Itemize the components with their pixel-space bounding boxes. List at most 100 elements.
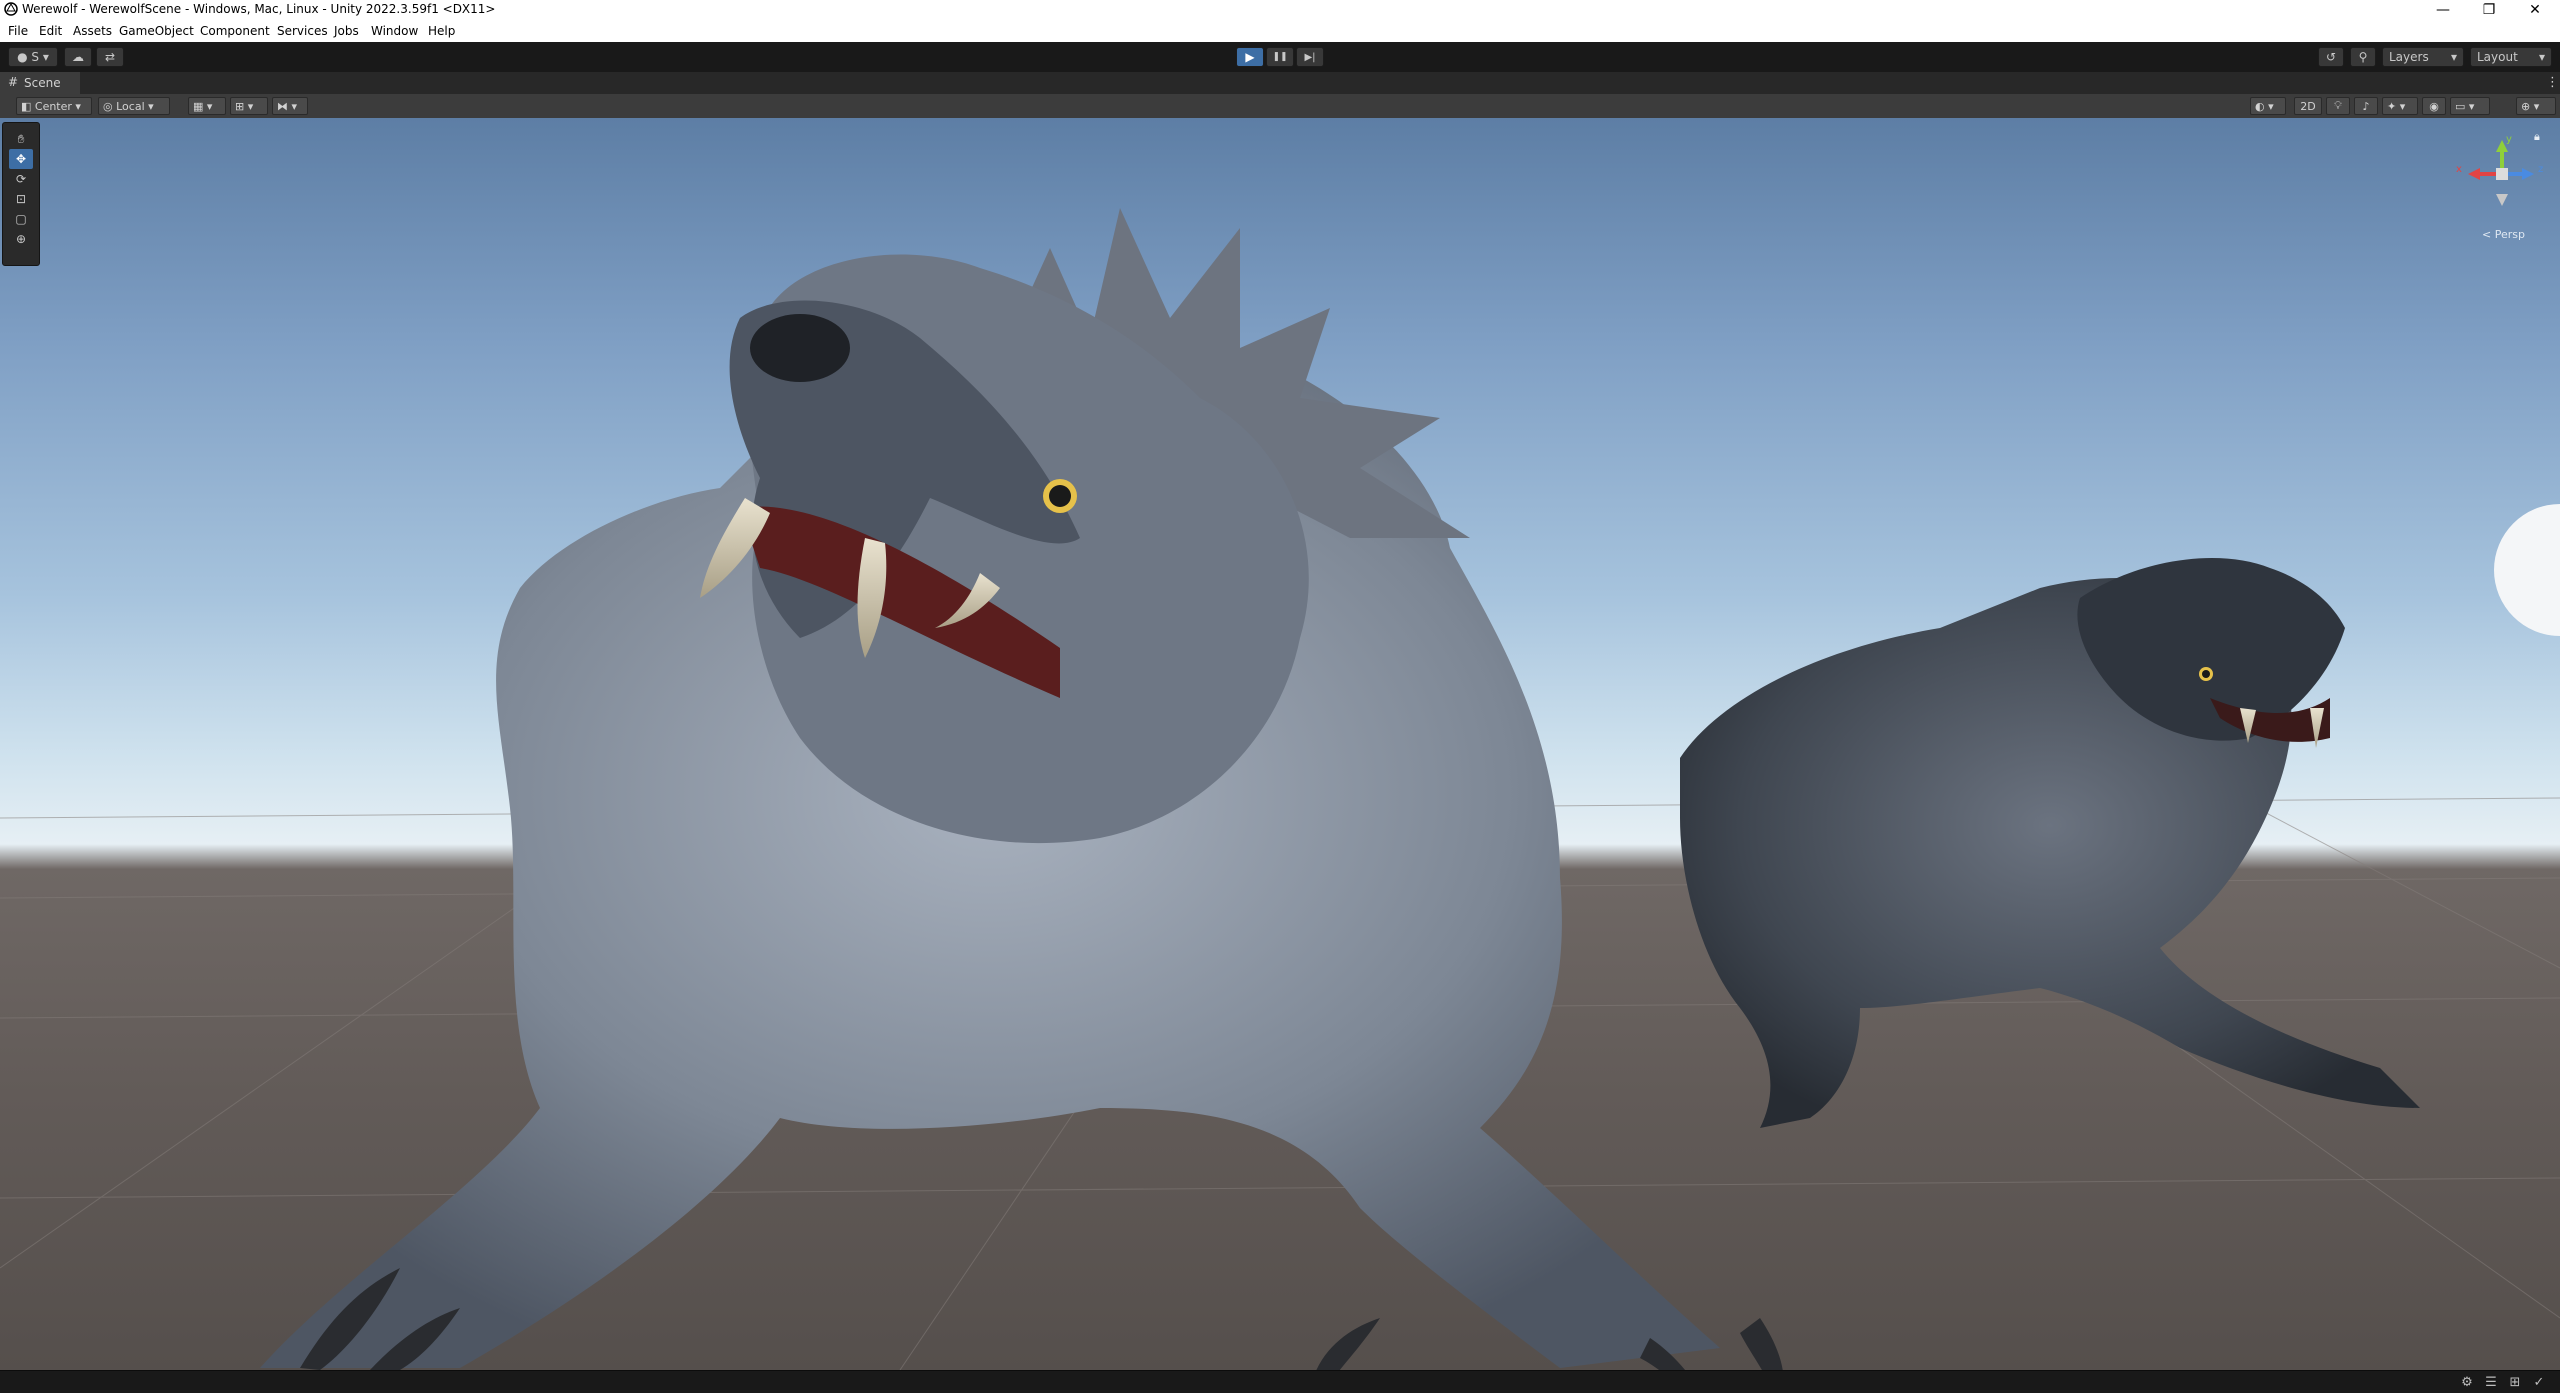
menu-help[interactable]: Help (428, 24, 455, 38)
mode-2d-toggle[interactable]: 2D (2294, 97, 2322, 115)
chevron-down-icon: ▾ (39, 50, 49, 64)
status-network-icon[interactable]: ⊞ (2506, 1373, 2524, 1391)
menu-jobs[interactable]: Jobs (334, 24, 359, 38)
scene-toolbar: ◧ Center ▾ ◎ Local ▾ ▦ ▾ ⊞ ▾ ⧓ ▾ ◐ ▾ 2D … (0, 94, 2560, 119)
gizmo-axis-y: y (2506, 134, 2512, 145)
hand-tool-icon[interactable]: ✋︎ (9, 129, 33, 149)
tab-scene[interactable]: # Scene (0, 72, 80, 94)
move-tool-icon[interactable]: ✥ (9, 149, 33, 169)
snap-icon: ⊞ ▾ (235, 99, 254, 113)
pivot-space-dropdown[interactable]: ◎ Local ▾ (98, 97, 170, 115)
chevron-down-icon: ▾ (2538, 50, 2545, 64)
search-icon: ⚲ (2358, 50, 2368, 64)
account-dropdown[interactable]: ● S ▾ (8, 47, 58, 67)
audio-toggle[interactable]: ♪ (2354, 97, 2378, 115)
main-toolbar: ● S ▾ ☁ ⇄ ▶ ❚❚ ▶| ↺ ⚲ Layers ▾ Layout ▾ (0, 42, 2560, 73)
chevron-down-icon: ▾ (2450, 50, 2457, 64)
menu-services[interactable]: Services (277, 24, 328, 38)
menu-file[interactable]: File (8, 24, 28, 38)
menu-assets[interactable]: Assets (73, 24, 112, 38)
effects-dropdown[interactable]: ✦ ▾ (2382, 97, 2418, 115)
pivot-mode-dropdown[interactable]: ◧ Center ▾ (16, 97, 92, 115)
chevron-down-icon: ▾ (71, 99, 81, 113)
cloud-icon: ☁ (72, 50, 84, 64)
layers-label: Layers (2389, 50, 2429, 64)
increment-snap-dropdown[interactable]: ⊞ ▾ (230, 97, 268, 115)
maximize-button[interactable]: ❐ (2466, 0, 2512, 20)
gizmos-icon: ⊕ ▾ (2521, 99, 2540, 113)
audio-icon: ♪ (2362, 99, 2370, 113)
unity-logo-icon (4, 2, 18, 16)
collab-icon: ⇄ (104, 50, 116, 64)
layout-dropdown[interactable]: Layout ▾ (2470, 47, 2552, 67)
visibility-icon: ◉ (2429, 99, 2439, 113)
gizmo-axis-z: z (2538, 164, 2544, 175)
scene-viewport[interactable]: ✋︎ ✥ ⟳ ⊡ ▢ ⊕ x y z < Persp 🔒︎ (0, 118, 2560, 1370)
projection-label[interactable]: < Persp (2482, 228, 2525, 241)
transform-tool-icon[interactable]: ⊕ (9, 229, 33, 249)
menu-gameobject[interactable]: GameObject (119, 24, 194, 38)
window-title: Werewolf - WerewolfScene - Windows, Mac,… (22, 2, 496, 16)
chevron-down-icon: ▾ (144, 99, 154, 113)
pivot-icon: ◧ (21, 99, 35, 113)
tab-strip: # Scene ⋮ (0, 72, 2560, 94)
shading-icon: ◐ ▾ (2255, 99, 2274, 113)
more-options-icon[interactable]: ⋮ (2546, 75, 2559, 90)
mode-2d-label: 2D (2300, 99, 2316, 113)
camera-icon: ▭ ▾ (2455, 99, 2475, 113)
rotate-tool-icon[interactable]: ⟳ (9, 169, 33, 189)
status-bar: ⚙ ☰ ⊞ ✓ (0, 1370, 2560, 1393)
align-icon: ⧓ ▾ (277, 99, 298, 113)
cloud-button[interactable]: ☁ (64, 47, 92, 67)
layers-dropdown[interactable]: Layers ▾ (2382, 47, 2464, 67)
play-icon: ▶ (1245, 50, 1255, 64)
tool-palette: ✋︎ ✥ ⟳ ⊡ ▢ ⊕ (2, 122, 40, 266)
close-button[interactable]: ✕ (2512, 0, 2558, 20)
play-button[interactable]: ▶ (1236, 47, 1264, 67)
rect-tool-icon[interactable]: ▢ (9, 209, 33, 229)
status-layers-icon[interactable]: ☰ (2482, 1373, 2500, 1391)
lighting-toggle[interactable]: 💡︎ (2326, 97, 2350, 115)
sphere-object (2494, 504, 2560, 636)
space-label: Local (116, 99, 145, 113)
draw-mode-dropdown[interactable]: ◐ ▾ (2250, 97, 2286, 115)
camera-dropdown[interactable]: ▭ ▾ (2450, 97, 2490, 115)
pause-button[interactable]: ❚❚ (1266, 47, 1294, 67)
minimize-button[interactable]: — (2420, 0, 2466, 20)
status-check-icon[interactable]: ✓ (2530, 1373, 2548, 1391)
account-icon: ● (17, 50, 32, 64)
werewolf-large (260, 208, 1783, 1370)
visibility-toggle[interactable]: ◉ (2422, 97, 2446, 115)
scene-render (0, 208, 2560, 1370)
collab-button[interactable]: ⇄ (96, 47, 124, 67)
gizmos-dropdown[interactable]: ⊕ ▾ (2516, 97, 2556, 115)
search-button[interactable]: ⚲ (2350, 47, 2376, 67)
lock-icon[interactable]: 🔒︎ (2534, 130, 2540, 144)
gizmo-axis-x: x (2456, 164, 2462, 175)
step-button[interactable]: ▶| (1296, 47, 1324, 67)
tab-scene-label: Scene (24, 76, 61, 90)
menu-window[interactable]: Window (371, 24, 418, 38)
local-icon: ◎ (103, 99, 117, 113)
menu-bar: File Edit Assets GameObject Component Se… (0, 20, 2560, 42)
orientation-gizmo[interactable]: x y z < Persp (2452, 134, 2552, 244)
undo-history-button[interactable]: ↺ (2318, 47, 2344, 67)
scale-tool-icon[interactable]: ⊡ (9, 189, 33, 209)
title-bar: Werewolf - WerewolfScene - Windows, Mac,… (0, 0, 2560, 20)
step-icon: ▶| (1304, 51, 1316, 63)
account-label: S (31, 50, 40, 64)
menu-edit[interactable]: Edit (39, 24, 62, 38)
werewolf-small (1680, 558, 2420, 1128)
status-bug-icon[interactable]: ⚙ (2458, 1373, 2476, 1391)
gizmo-axes-icon (2468, 140, 2534, 206)
effects-icon: ✦ ▾ (2387, 99, 2406, 113)
pause-icon: ❚❚ (1272, 52, 1288, 62)
light-icon: 💡︎ (2334, 99, 2342, 112)
history-icon: ↺ (2325, 50, 2337, 64)
pivot-label: Center (34, 99, 72, 113)
align-dropdown[interactable]: ⧓ ▾ (272, 97, 308, 115)
layout-label: Layout (2477, 50, 2518, 64)
scene-icon: # (8, 75, 19, 89)
menu-component[interactable]: Component (200, 24, 270, 38)
grid-snap-dropdown[interactable]: ▦ ▾ (188, 97, 226, 115)
